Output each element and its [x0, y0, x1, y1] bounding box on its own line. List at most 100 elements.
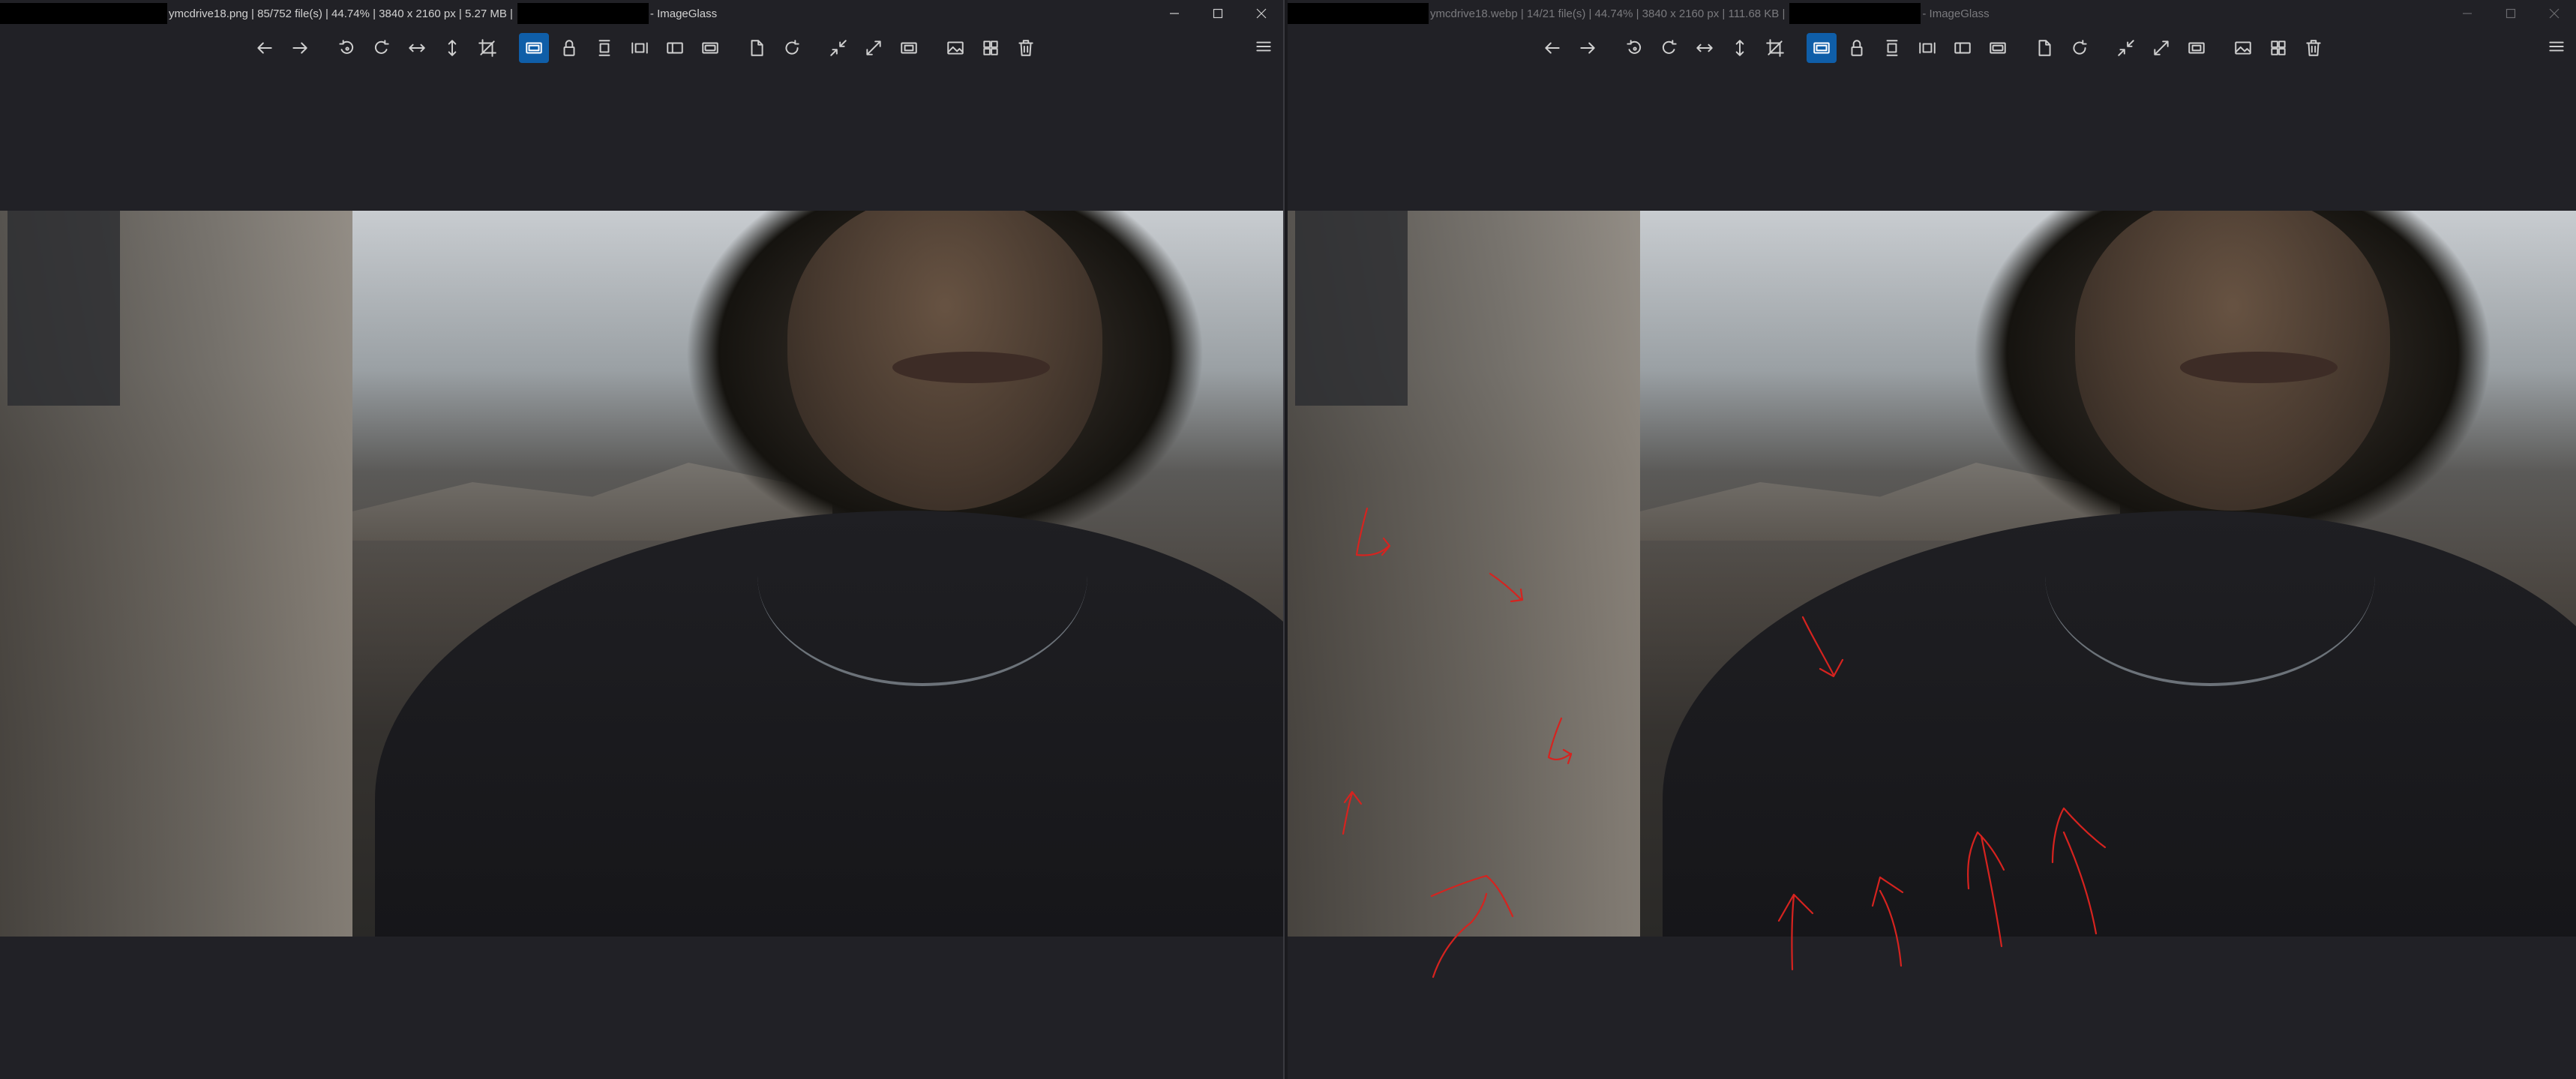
forward-button[interactable] — [1573, 33, 1603, 63]
open-file-button[interactable] — [742, 33, 772, 63]
fit-width-icon — [631, 42, 648, 54]
slideshow-button[interactable] — [894, 33, 924, 63]
right-toolbar — [1288, 31, 2576, 64]
lock-zoom-button[interactable] — [1842, 33, 1872, 63]
scale-to-fill-button[interactable] — [1983, 33, 2013, 63]
auto-zoom-icon — [526, 42, 542, 54]
main-menu-button[interactable] — [2542, 31, 2572, 61]
fullscreen-button[interactable] — [2146, 33, 2176, 63]
crop-button[interactable] — [1760, 33, 1790, 63]
delete-button[interactable] — [1011, 33, 1041, 63]
auto-zoom-icon — [1813, 42, 1830, 54]
redacted-block — [517, 3, 649, 24]
auto-zoom-button[interactable] — [1807, 33, 1837, 63]
photo-region — [7, 211, 120, 406]
left-image-viewport[interactable] — [0, 211, 1283, 937]
maximize-button[interactable] — [1196, 0, 1240, 27]
flip-vertical-button[interactable] — [1725, 33, 1755, 63]
open-file-button[interactable] — [2029, 33, 2059, 63]
close-button[interactable] — [2533, 0, 2576, 27]
scale-to-fill-button[interactable] — [695, 33, 725, 63]
rotate-left-button[interactable] — [331, 33, 361, 63]
fit-height-button[interactable] — [589, 33, 619, 63]
delete-icon — [1018, 40, 1033, 56]
close-button[interactable] — [1240, 0, 1283, 27]
right-app-name: - ImageGlass — [1922, 7, 1990, 20]
delete-icon — [2306, 40, 2321, 56]
forward-button[interactable] — [285, 33, 315, 63]
rotate-right-icon — [1662, 40, 1677, 54]
redacted-block — [1789, 3, 1921, 24]
refresh-icon — [2073, 40, 2087, 55]
fit-height-icon — [598, 40, 610, 56]
flip-horizontal-icon — [1696, 43, 1713, 52]
rotate-right-icon — [374, 40, 389, 54]
left-viewer-window: ymcdrive18.png | 85/752 file(s) | 44.74%… — [0, 0, 1285, 1079]
minimize-button[interactable] — [1153, 0, 1196, 27]
gallery-button[interactable] — [2263, 33, 2293, 63]
main-menu-button[interactable] — [1249, 31, 1279, 61]
flip-vertical-icon — [1735, 40, 1744, 56]
gallery-button[interactable] — [976, 33, 1006, 63]
right-titlebar: ymcdrive18.webp | 14/21 file(s) | 44.74%… — [1288, 0, 2576, 27]
fullscreen-button[interactable] — [859, 33, 889, 63]
refresh-button[interactable] — [2065, 33, 2095, 63]
maximize-icon — [2506, 8, 2516, 19]
minimize-icon — [2463, 13, 2472, 14]
close-icon — [1256, 8, 1267, 19]
lock-zoom-button[interactable] — [554, 33, 584, 63]
back-arrow-icon — [1545, 42, 1560, 54]
right-viewer-window: ymcdrive18.webp | 14/21 file(s) | 44.74%… — [1288, 0, 2576, 1079]
scale-to-fill-icon — [1990, 42, 2006, 54]
flip-vertical-button[interactable] — [437, 33, 467, 63]
left-titlebar: ymcdrive18.png | 85/752 file(s) | 44.74%… — [0, 0, 1283, 27]
hamburger-menu-icon — [2549, 41, 2564, 52]
fit-width-button[interactable] — [1912, 33, 1942, 63]
rotate-left-button[interactable] — [1619, 33, 1649, 63]
back-button[interactable] — [1537, 33, 1567, 63]
zoom-out-icon — [2118, 40, 2134, 56]
delete-button[interactable] — [2299, 33, 2329, 63]
image-button[interactable] — [940, 33, 970, 63]
forward-arrow-icon — [1580, 42, 1595, 54]
scale-to-fit-button[interactable] — [660, 33, 690, 63]
fit-height-icon — [1886, 40, 1898, 56]
zoom-out-button[interactable] — [823, 33, 853, 63]
rotate-right-button[interactable] — [1654, 33, 1684, 63]
maximize-icon — [1213, 8, 1223, 19]
slideshow-icon — [901, 42, 917, 54]
minimize-button[interactable] — [2446, 0, 2489, 27]
minimize-icon — [1170, 13, 1179, 14]
gallery-icon — [2271, 40, 2286, 55]
scale-to-fit-button[interactable] — [1948, 33, 1978, 63]
photo-region — [892, 352, 1050, 383]
photo-region — [2045, 466, 2375, 686]
left-toolbar — [0, 31, 1283, 64]
redacted-block — [0, 3, 167, 24]
redacted-block — [1288, 3, 1429, 24]
back-arrow-icon — [257, 42, 272, 54]
slideshow-button[interactable] — [2182, 33, 2212, 63]
rotate-right-button[interactable] — [367, 33, 397, 63]
scale-to-fill-icon — [702, 42, 718, 54]
forward-arrow-icon — [292, 42, 307, 54]
image-button[interactable] — [2228, 33, 2258, 63]
refresh-button[interactable] — [777, 33, 807, 63]
crop-icon — [478, 39, 496, 57]
flip-horizontal-button[interactable] — [1690, 33, 1720, 63]
left-title: ymcdrive18.png | 85/752 file(s) | 44.74%… — [169, 7, 513, 20]
left-app-name: - ImageGlass — [649, 7, 718, 20]
fit-height-button[interactable] — [1877, 33, 1907, 63]
fit-width-button[interactable] — [625, 33, 655, 63]
maximize-button[interactable] — [2489, 0, 2533, 27]
crop-button[interactable] — [472, 33, 502, 63]
image-icon — [2235, 41, 2251, 55]
scale-to-fit-icon — [1954, 42, 1971, 54]
zoom-out-button[interactable] — [2111, 33, 2141, 63]
auto-zoom-button[interactable] — [519, 33, 549, 63]
right-image-viewport[interactable] — [1288, 211, 2576, 937]
flip-horizontal-button[interactable] — [402, 33, 432, 63]
zoom-out-icon — [830, 40, 847, 56]
back-button[interactable] — [250, 33, 280, 63]
slideshow-icon — [2188, 42, 2205, 54]
